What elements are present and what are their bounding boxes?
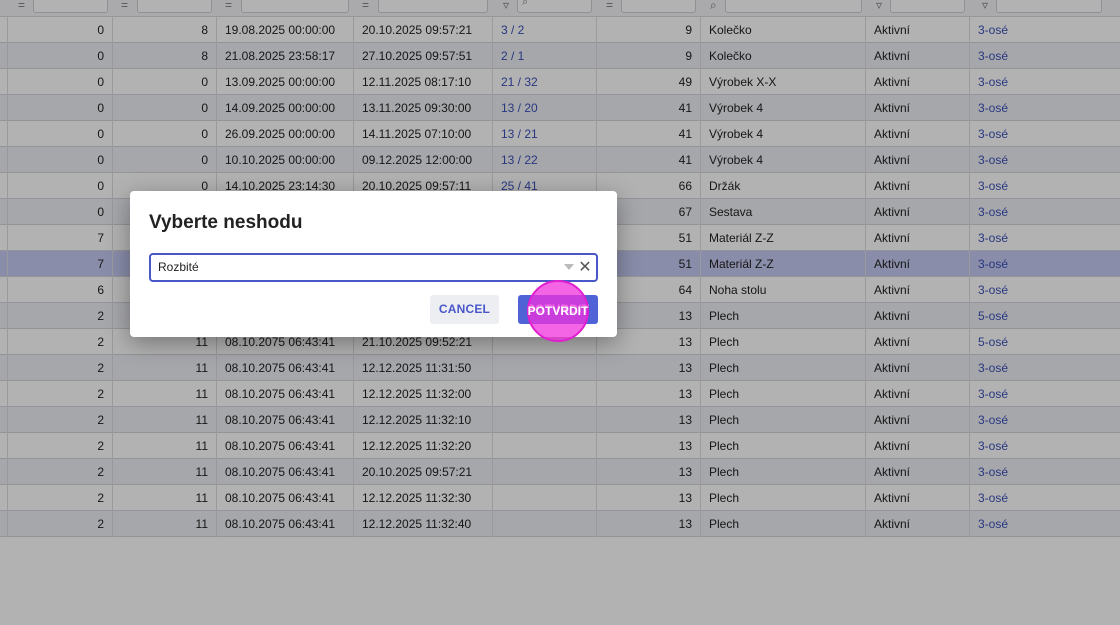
nonconformity-select[interactable]: Rozbité ✕ — [149, 253, 598, 282]
close-icon[interactable]: ✕ — [578, 255, 592, 280]
cancel-button[interactable]: CANCEL — [430, 295, 499, 324]
confirm-button-label: POTVRDIT — [527, 304, 589, 318]
dialog-title: Vyberte neshodu — [149, 212, 303, 233]
caret-down-icon[interactable] — [564, 264, 574, 270]
select-value: Rozbité — [158, 260, 199, 274]
